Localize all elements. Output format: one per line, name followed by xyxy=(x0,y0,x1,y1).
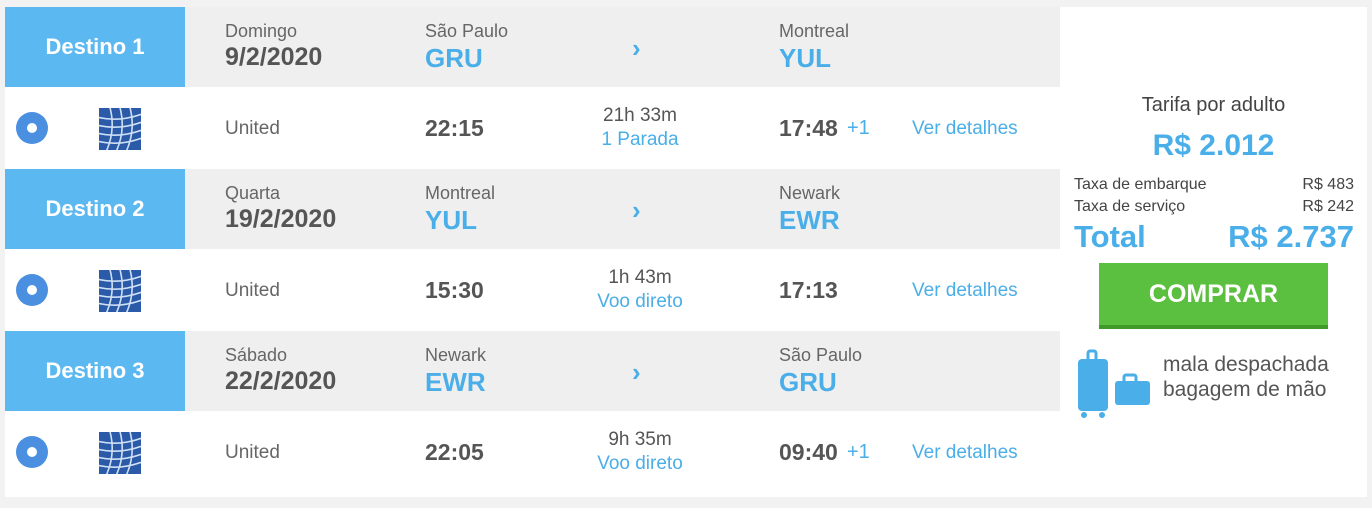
origin-code: YUL xyxy=(425,205,477,235)
chevron-right-icon: › xyxy=(632,33,641,63)
destination-city: São Paulo xyxy=(779,345,863,365)
stops-link[interactable]: Voo direto xyxy=(565,453,715,475)
total-label: Total xyxy=(1074,219,1146,254)
boarding-tax-value: R$ 483 xyxy=(1302,176,1354,193)
stops-link[interactable]: 1 Parada xyxy=(565,129,715,151)
flight-summary: Destino 1 Domingo 9/2/2020 São Paulo GRU… xyxy=(5,7,1367,497)
destination-city: Newark xyxy=(779,183,841,203)
departure-time: 22:15 xyxy=(425,115,484,141)
departure-day: Domingo xyxy=(225,21,298,41)
departure-time: 15:30 xyxy=(425,277,484,303)
fare-label: Tarifa por adulto xyxy=(1141,94,1286,116)
itinerary: Destino 1 Domingo 9/2/2020 São Paulo GRU… xyxy=(5,7,1060,497)
departure-day: Quarta xyxy=(225,183,281,203)
origin-code: EWR xyxy=(425,367,486,397)
flight-option-row[interactable]: United 22:15 21h 33m 1 Parada 17:48 +1 V… xyxy=(5,87,1060,169)
segment-header: Destino 2 Quarta 19/2/2020 Montreal YUL … xyxy=(5,169,1060,249)
flight-select-radio[interactable] xyxy=(16,274,48,306)
checked-bag-text: mala despachada xyxy=(1163,353,1329,376)
departure-date: 22/2/2020 xyxy=(225,367,337,395)
destination-code: YUL xyxy=(779,43,831,73)
stops-link[interactable]: Voo direto xyxy=(565,291,715,313)
buy-button[interactable]: COMPRAR xyxy=(1099,263,1328,329)
destination-city: Montreal xyxy=(779,21,850,41)
flight-select-radio[interactable] xyxy=(16,436,48,468)
boarding-tax-label: Taxa de embarque xyxy=(1074,176,1207,193)
day-offset: +1 xyxy=(847,117,870,139)
total-value: R$ 2.737 xyxy=(1228,219,1354,254)
segment-header: Destino 3 Sábado 22/2/2020 Newark EWR › … xyxy=(5,331,1060,411)
destination-label: Destino 2 xyxy=(5,169,185,249)
details-link[interactable]: Ver detalhes xyxy=(912,280,1018,302)
departure-date: 9/2/2020 xyxy=(225,43,323,71)
united-logo-icon xyxy=(99,270,141,312)
united-logo-icon xyxy=(99,432,141,474)
departure-day: Sábado xyxy=(225,345,288,365)
arrival-time: 17:13 xyxy=(779,277,838,303)
day-offset: +1 xyxy=(847,441,870,463)
service-tax-value: R$ 242 xyxy=(1302,198,1354,215)
departure-time: 22:05 xyxy=(425,439,484,465)
luggage-icon xyxy=(1074,349,1154,419)
flight-option-row[interactable]: United 15:30 1h 43m Voo direto 17:13 Ver… xyxy=(5,249,1060,331)
fare-panel: Tarifa por adulto R$ 2.012 Taxa de embar… xyxy=(1060,7,1367,497)
fare-value: R$ 2.012 xyxy=(1152,129,1275,162)
details-link[interactable]: Ver detalhes xyxy=(912,442,1018,464)
destination-label: Destino 1 xyxy=(5,7,185,87)
destination-label: Destino 3 xyxy=(5,331,185,411)
flight-select-radio[interactable] xyxy=(16,112,48,144)
origin-city: São Paulo xyxy=(425,21,509,41)
arrival-time: 17:48 xyxy=(779,115,838,141)
origin-city: Newark xyxy=(425,345,487,365)
arrival-time: 09:40 xyxy=(779,439,838,465)
flight-option-row[interactable]: United 22:05 9h 35m Voo direto 09:40 +1 … xyxy=(5,411,1060,493)
service-tax-label: Taxa de serviço xyxy=(1074,198,1186,215)
details-link[interactable]: Ver detalhes xyxy=(912,118,1018,140)
chevron-right-icon: › xyxy=(632,195,641,225)
flight-duration: 9h 35m xyxy=(608,429,672,450)
destination-code: EWR xyxy=(779,205,840,235)
airline-name: United xyxy=(225,280,280,301)
flight-duration: 1h 43m xyxy=(608,267,672,288)
origin-code: GRU xyxy=(425,43,483,73)
hand-bag-text: bagagem de mão xyxy=(1163,378,1327,401)
airline-name: United xyxy=(225,118,280,139)
airline-name: United xyxy=(225,442,280,463)
segment-header: Destino 1 Domingo 9/2/2020 São Paulo GRU… xyxy=(5,7,1060,87)
chevron-right-icon: › xyxy=(632,357,641,387)
departure-date: 19/2/2020 xyxy=(225,205,337,233)
destination-code: GRU xyxy=(779,367,837,397)
united-logo-icon xyxy=(99,108,141,150)
flight-duration: 21h 33m xyxy=(603,105,677,126)
origin-city: Montreal xyxy=(425,183,496,203)
